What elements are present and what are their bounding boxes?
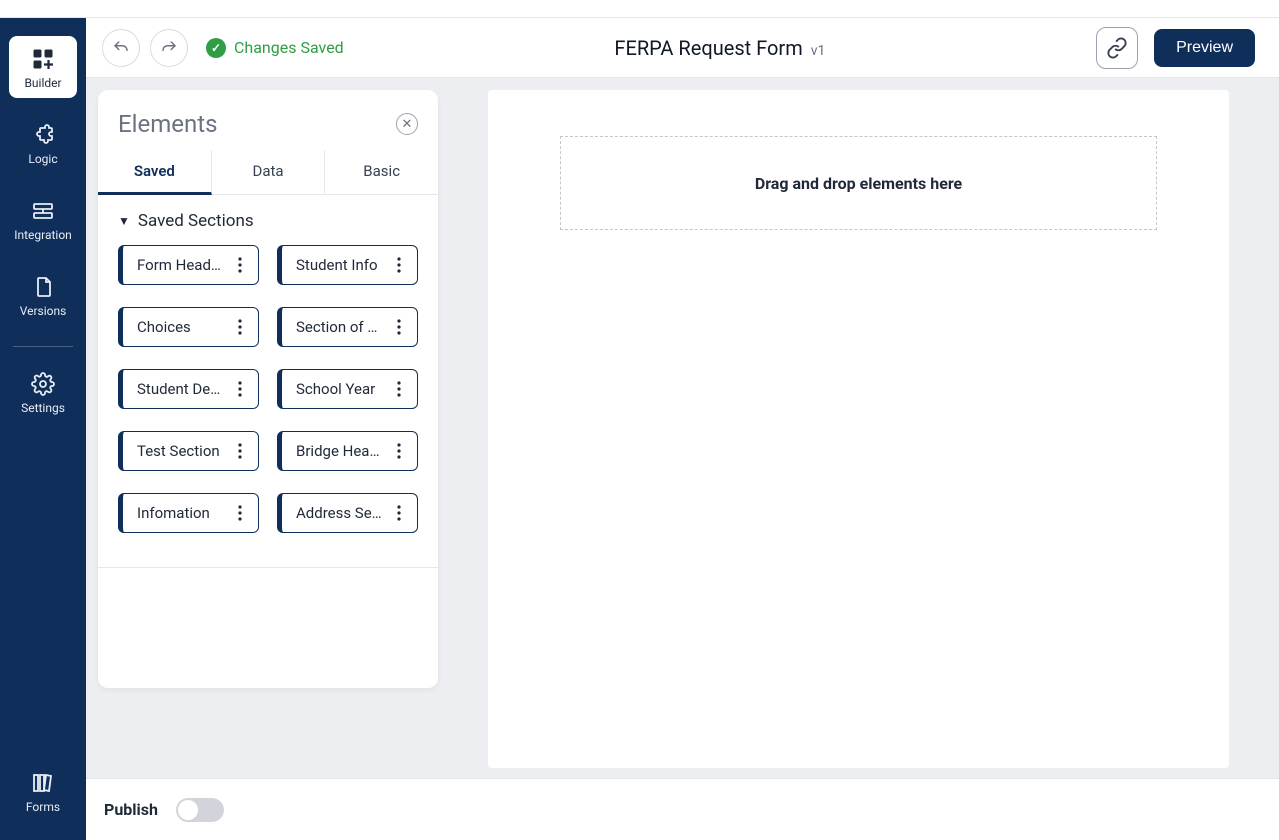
- save-status: ✓ Changes Saved: [206, 38, 344, 58]
- form-version: v1: [811, 43, 826, 59]
- sidebar-label: Logic: [28, 152, 57, 166]
- sidebar-item-logic[interactable]: Logic: [9, 112, 77, 174]
- sidebar-label: Integration: [14, 228, 72, 242]
- card-label: Student De…: [137, 380, 228, 398]
- card-label: Form Head…: [137, 256, 228, 274]
- toggle-knob: [178, 800, 198, 820]
- sidebar-item-versions[interactable]: Versions: [9, 264, 77, 326]
- dropzone-text: Drag and drop elements here: [755, 174, 962, 193]
- card-label: Section of …: [296, 318, 387, 336]
- form-canvas: Drag and drop elements here: [488, 90, 1229, 768]
- publish-toggle[interactable]: [176, 798, 224, 822]
- sidebar-label: Forms: [26, 800, 60, 814]
- saved-card[interactable]: School Year: [277, 369, 418, 409]
- sidebar-label: Versions: [20, 304, 67, 318]
- card-label: School Year: [296, 380, 387, 398]
- panel-title: Elements: [118, 110, 217, 138]
- card-menu-button[interactable]: [228, 501, 252, 525]
- panel-divider: [98, 567, 438, 568]
- builder-icon: [29, 46, 57, 72]
- sidebar-label: Settings: [21, 401, 65, 415]
- card-menu-button[interactable]: [228, 439, 252, 463]
- card-menu-button[interactable]: [228, 253, 252, 277]
- saved-card[interactable]: Student Info: [277, 245, 418, 285]
- saved-sections-grid: Form Head… Student Info Choices Section …: [118, 245, 418, 533]
- form-title: FERPA Request Form: [614, 36, 802, 60]
- tab-data[interactable]: Data: [212, 150, 326, 194]
- redo-button[interactable]: [150, 29, 188, 67]
- panel-tabs: Saved Data Basic: [98, 150, 438, 195]
- card-menu-button[interactable]: [387, 253, 411, 277]
- saved-card[interactable]: Test Section: [118, 431, 259, 471]
- sidebar-item-builder[interactable]: Builder: [9, 36, 77, 98]
- sidebar-item-forms[interactable]: Forms: [9, 760, 77, 822]
- puzzle-icon: [29, 122, 57, 148]
- section-label-text: Saved Sections: [138, 211, 254, 231]
- title-area: FERPA Request Form v1: [344, 36, 1096, 60]
- card-label: Test Section: [137, 442, 228, 460]
- card-label: Choices: [137, 318, 228, 336]
- close-panel-button[interactable]: ✕: [396, 113, 418, 135]
- saved-card[interactable]: Choices: [118, 307, 259, 347]
- undo-button[interactable]: [102, 29, 140, 67]
- sidebar-item-integration[interactable]: Integration: [9, 188, 77, 250]
- integration-icon: [29, 198, 57, 224]
- top-strip: [0, 0, 1279, 18]
- tab-basic[interactable]: Basic: [325, 150, 438, 194]
- sidebar-label: Builder: [24, 76, 61, 90]
- status-text: Changes Saved: [234, 38, 344, 57]
- preview-button[interactable]: Preview: [1154, 29, 1255, 67]
- saved-card[interactable]: Form Head…: [118, 245, 259, 285]
- caret-down-icon: ▼: [118, 214, 130, 228]
- card-menu-button[interactable]: [387, 439, 411, 463]
- card-menu-button[interactable]: [387, 501, 411, 525]
- main-area: Elements ✕ Saved Data Basic ▼ Saved Sect…: [86, 78, 1279, 778]
- saved-card[interactable]: Bridge Hea…: [277, 431, 418, 471]
- document-icon: [29, 274, 57, 300]
- card-label: Student Info: [296, 256, 387, 274]
- close-icon: ✕: [402, 118, 413, 131]
- card-label: Infomation: [137, 504, 228, 522]
- copy-link-button[interactable]: [1096, 27, 1138, 69]
- card-label: Bridge Hea…: [296, 442, 387, 460]
- saved-card[interactable]: Section of …: [277, 307, 418, 347]
- gear-icon: [29, 371, 57, 397]
- card-menu-button[interactable]: [228, 315, 252, 339]
- footer: Publish: [86, 778, 1279, 840]
- tab-saved[interactable]: Saved: [98, 150, 212, 195]
- saved-sections-toggle[interactable]: ▼ Saved Sections: [118, 211, 418, 231]
- elements-panel: Elements ✕ Saved Data Basic ▼ Saved Sect…: [98, 90, 438, 688]
- sidebar-item-settings[interactable]: Settings: [9, 361, 77, 423]
- publish-label: Publish: [104, 800, 158, 819]
- card-menu-button[interactable]: [228, 377, 252, 401]
- saved-card[interactable]: Infomation: [118, 493, 259, 533]
- header: ✓ Changes Saved FERPA Request Form v1 Pr…: [86, 18, 1279, 78]
- card-menu-button[interactable]: [387, 377, 411, 401]
- card-menu-button[interactable]: [387, 315, 411, 339]
- check-icon: ✓: [206, 38, 226, 58]
- sidebar: Builder Logic Integration Versions Setti…: [0, 18, 86, 840]
- books-icon: [29, 770, 57, 796]
- card-label: Address Se…: [296, 504, 387, 522]
- saved-card[interactable]: Student De…: [118, 369, 259, 409]
- saved-card[interactable]: Address Se…: [277, 493, 418, 533]
- dropzone[interactable]: Drag and drop elements here: [560, 136, 1157, 230]
- sidebar-divider: [13, 346, 73, 347]
